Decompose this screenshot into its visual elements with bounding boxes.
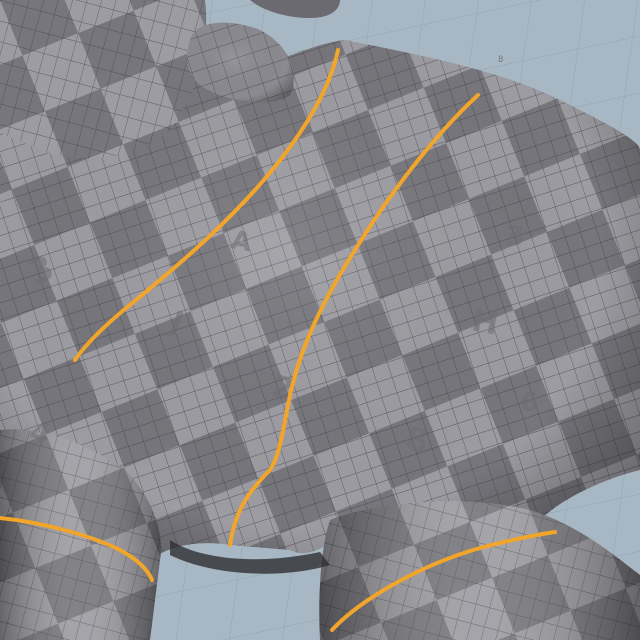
floor-grid-label: 8: [498, 55, 503, 65]
uv-checker-label: 3: [505, 219, 524, 252]
3d-viewport[interactable]: 8 3J2H483A6: [0, 0, 640, 640]
viewport-canvas[interactable]: 8 3J2H4 83A6: [0, 0, 640, 640]
uv-checker-label: 8: [404, 420, 429, 460]
uv-checker-label: 6: [519, 387, 540, 418]
